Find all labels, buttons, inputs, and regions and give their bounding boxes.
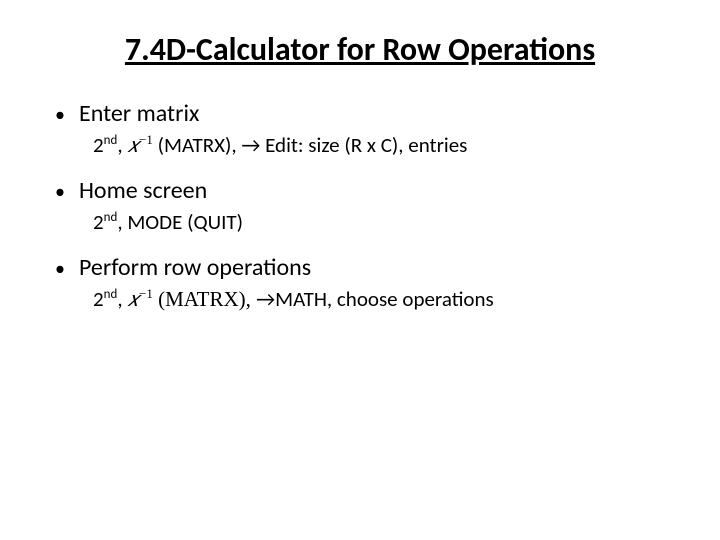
math-variable-x: 𝑥 bbox=[127, 133, 139, 157]
bullet-label: Perform row operations bbox=[79, 253, 311, 282]
bullet-marker: • bbox=[55, 257, 65, 281]
bullet-label: Enter matrix bbox=[79, 99, 199, 128]
ordinal-number: 2 bbox=[93, 209, 104, 235]
bullet-item: • Perform row operations bbox=[55, 253, 675, 282]
sub-item: 2nd, 𝑥−1 (MATRX), → Edit: size (R x C), … bbox=[93, 132, 675, 158]
math-exponent: −1 bbox=[139, 132, 153, 147]
ordinal-suffix: nd bbox=[104, 133, 118, 148]
content-area: • Enter matrix 2nd, 𝑥−1 (MATRX), → Edit:… bbox=[45, 99, 675, 312]
bullet-item: • Enter matrix bbox=[55, 99, 675, 128]
ordinal-number: 2 bbox=[93, 132, 104, 158]
ordinal-suffix: nd bbox=[104, 210, 118, 225]
sub-text: →MATH, choose operations bbox=[256, 286, 494, 312]
bullet-item: • Home screen bbox=[55, 176, 675, 205]
bullet-marker: • bbox=[55, 180, 65, 204]
slide-title: 7.4D-Calculator for Row Operations bbox=[45, 30, 675, 69]
separator: , bbox=[117, 132, 127, 158]
sub-text: , MODE (QUIT) bbox=[117, 209, 243, 235]
separator: , bbox=[117, 286, 127, 312]
ordinal-number: 2 bbox=[93, 286, 104, 312]
matrx-label-serif: (MATRX), bbox=[153, 287, 256, 311]
sub-item: 2nd, 𝑥−1 (MATRX), →MATH, choose operatio… bbox=[93, 286, 675, 312]
bullet-marker: • bbox=[55, 103, 65, 127]
bullet-label: Home screen bbox=[79, 176, 207, 205]
math-variable-x: 𝑥 bbox=[127, 287, 139, 311]
ordinal-suffix: nd bbox=[104, 287, 118, 302]
sub-text: (MATRX), → Edit: size (R x C), entries bbox=[153, 132, 468, 158]
math-exponent: −1 bbox=[139, 286, 153, 301]
sub-item: 2nd, MODE (QUIT) bbox=[93, 209, 675, 235]
